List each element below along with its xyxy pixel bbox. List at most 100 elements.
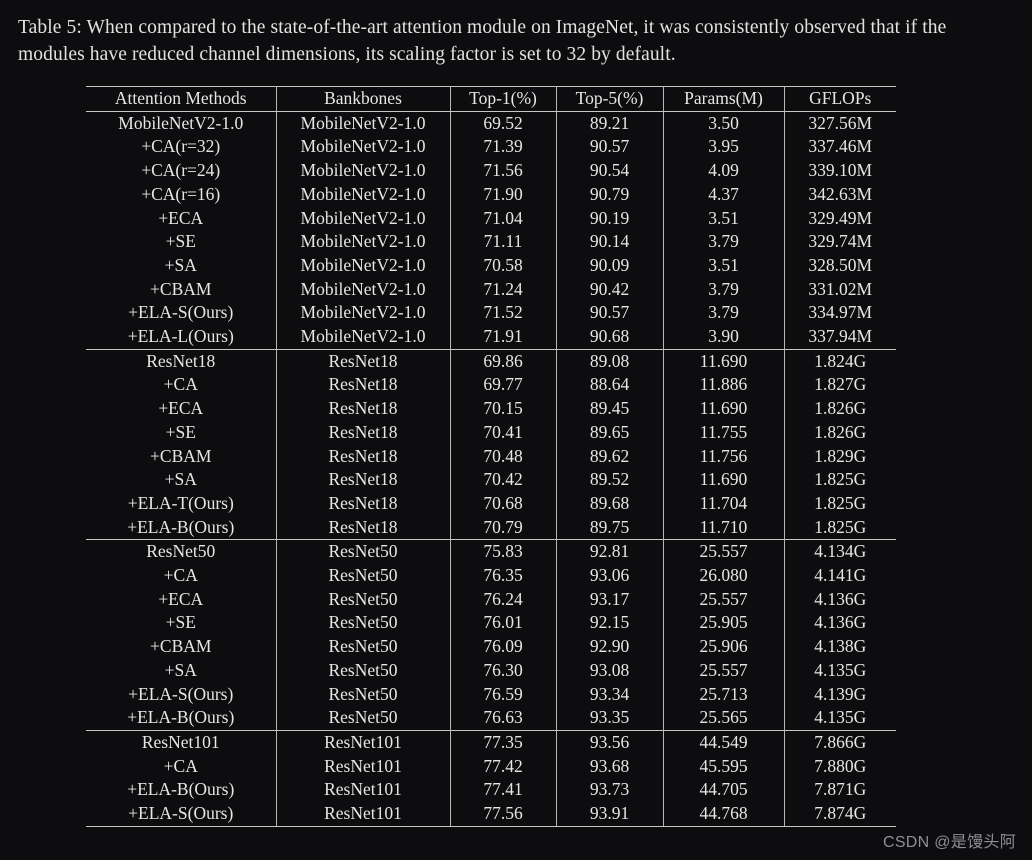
cell-gflops: 4.139G: [814, 683, 867, 704]
cell-method: ResNet50: [86, 539, 277, 565]
cell-params: 44.705: [663, 778, 785, 803]
table-row: +CBAM MobileNetV2-1.0 71.24 90.42 3.79 331.02…: [86, 277, 896, 302]
cell-method: +CA: [86, 564, 277, 588]
cell-top5: 90.68: [556, 325, 664, 350]
cell-method: +ELA-B(Ours): [86, 515, 277, 540]
cell-gflops: 4.141G: [814, 565, 867, 586]
cell-backbone: MobileNetV2-1.0: [276, 206, 451, 231]
cell-params: 3.79: [663, 277, 785, 302]
cell-method: +SA: [86, 253, 277, 278]
cell-method: +ECA: [86, 397, 277, 421]
cell-params: 25.713: [663, 682, 785, 707]
cell-top5: 88.64: [556, 373, 664, 398]
cell-gflops: 339.10M: [808, 160, 873, 181]
cell-top5: 90.57: [556, 135, 664, 160]
cell-top5: 92.15: [556, 611, 664, 636]
cell-method: +CA(r=24): [86, 159, 277, 183]
cell-method: +ELA-B(Ours): [86, 778, 277, 803]
table-header: Attention Methods Bankbones Top-1(%) Top…: [86, 86, 896, 112]
table-row: +ELA-B(Ours) ResNet18 70.79 89.75 11.710 1.82…: [86, 515, 896, 540]
table-row: +ELA-S(Ours) ResNet50 76.59 93.34 25.713 4.13…: [86, 682, 896, 707]
cell-params: 25.565: [663, 706, 785, 731]
cell-gflops: 1.829G: [814, 445, 867, 466]
cell-top1: 76.01: [450, 611, 557, 636]
cell-method: +SE: [86, 611, 277, 636]
cell-backbone: MobileNetV2-1.0: [276, 135, 451, 160]
cell-gflops: 337.46M: [808, 136, 873, 157]
cell-top1: 75.83: [450, 539, 557, 565]
cell-gflops: 329.49M: [808, 207, 873, 228]
cell-params: 11.755: [663, 420, 785, 445]
cell-gflops: 334.97M: [808, 302, 873, 323]
cell-backbone: ResNet101: [276, 778, 451, 803]
cell-top5: 90.42: [556, 277, 664, 302]
table-row: MobileNetV2-1.0 MobileNetV2-1.0 69.52 89.21…: [86, 111, 896, 136]
cell-params: 25.905: [663, 611, 785, 636]
cell-method: +ELA-T(Ours): [86, 491, 277, 516]
cell-gflops: 1.826G: [814, 421, 867, 442]
cell-backbone: ResNet50: [276, 564, 451, 588]
cell-top5: 89.45: [556, 397, 664, 421]
cell-top1: 76.09: [450, 635, 557, 659]
cell-top1: 76.24: [450, 587, 557, 612]
cell-method: ResNet101: [86, 729, 277, 755]
cell-backbone: ResNet50: [276, 539, 451, 565]
cell-params: 3.95: [663, 135, 785, 160]
results-table: Attention Methods Bankbones Top-1(%) Top…: [86, 86, 896, 827]
cell-params: 44.768: [663, 802, 785, 827]
cell-backbone: ResNet18: [276, 397, 451, 421]
cell-backbone: MobileNetV2-1.0: [276, 159, 451, 183]
table-row: +CA ResNet50 76.35 93.06 26.080 4.141G: [86, 564, 896, 588]
cell-backbone: MobileNetV2-1.0: [276, 182, 451, 207]
cell-gflops: 7.871G: [814, 779, 867, 800]
cell-backbone: ResNet50: [276, 587, 451, 612]
cell-top5: 93.34: [556, 682, 664, 707]
cell-top1: 71.11: [450, 230, 557, 254]
cell-backbone: MobileNetV2-1.0: [276, 253, 451, 278]
cell-params: 4.09: [663, 159, 785, 183]
cell-method: +ELA-L(Ours): [86, 325, 277, 350]
cell-method: +CA(r=16): [86, 182, 277, 207]
cell-params: 11.704: [663, 491, 785, 516]
cell-backbone: ResNet50: [276, 706, 451, 731]
cell-backbone: ResNet18: [276, 515, 451, 540]
cell-params: 25.557: [663, 539, 785, 565]
column-header-bankbones: Bankbones: [276, 86, 451, 112]
table-row: +SE ResNet50 76.01 92.15 25.905 4.136G: [86, 611, 896, 636]
table-row: +ELA-L(Ours) MobileNetV2-1.0 71.91 90.68 3.9…: [86, 325, 896, 350]
cell-top5: 93.08: [556, 658, 664, 683]
cell-method: ResNet18: [86, 348, 277, 374]
cell-gflops: 1.825G: [814, 492, 867, 513]
cell-backbone: ResNet50: [276, 682, 451, 707]
table-container: Attention Methods Bankbones Top-1(%) Top…: [86, 86, 896, 827]
cell-top5: 93.06: [556, 564, 664, 588]
cell-params: 3.51: [663, 206, 785, 231]
cell-gflops: 1.825G: [814, 516, 867, 537]
cell-params: 11.756: [663, 444, 785, 469]
cell-method: +ECA: [86, 206, 277, 231]
cell-top1: 76.30: [450, 658, 557, 683]
table-row: +ECA ResNet50 76.24 93.17 25.557 4.136G: [86, 587, 896, 612]
cell-top1: 70.41: [450, 420, 557, 445]
cell-top1: 70.58: [450, 253, 557, 278]
cell-top5: 93.68: [556, 754, 664, 779]
cell-method: +CA: [86, 754, 277, 779]
cell-top5: 89.21: [556, 111, 664, 136]
cell-params: 44.549: [663, 729, 785, 755]
table-row: +ELA-B(Ours) ResNet101 77.41 93.73 44.705 7.8…: [86, 778, 896, 803]
cell-top1: 71.04: [450, 206, 557, 231]
cell-backbone: ResNet50: [276, 611, 451, 636]
cell-backbone: ResNet18: [276, 491, 451, 516]
table-caption: Table 5: When compared to the state-of-t…: [18, 17, 947, 65]
cell-params: 25.557: [663, 658, 785, 683]
cell-top5: 93.35: [556, 706, 664, 731]
cell-method: +CBAM: [86, 277, 277, 302]
table-row: +SA ResNet18 70.42 89.52 11.690 1.825G: [86, 468, 896, 492]
table-row: ResNet18 ResNet18 69.86 89.08 11.690 1.824G: [86, 348, 896, 374]
cell-top1: 77.42: [450, 754, 557, 779]
cell-top1: 76.63: [450, 706, 557, 731]
cell-method: +CA(r=32): [86, 135, 277, 160]
cell-gflops: 4.138G: [814, 636, 867, 657]
cell-params: 3.79: [663, 301, 785, 326]
table-body: MobileNetV2-1.0 MobileNetV2-1.0 69.52 89.21…: [86, 111, 896, 827]
